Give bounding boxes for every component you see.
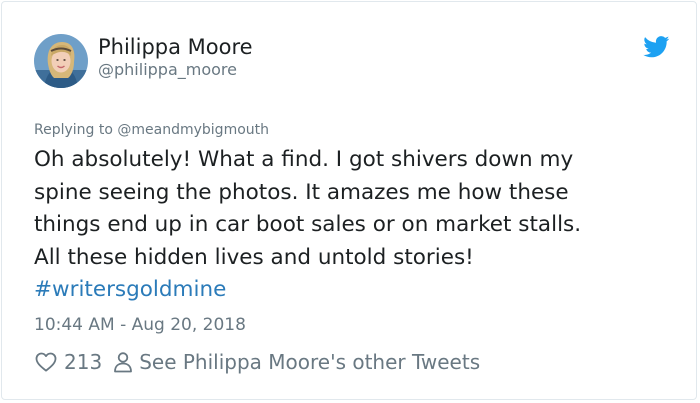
reply-prefix: Replying to [34, 122, 113, 138]
tweet-text-line: All these hidden lives and untold storie… [34, 244, 474, 270]
person-icon[interactable] [112, 350, 134, 374]
tweet-text: Oh absolutely! What a find. I got shiver… [34, 144, 679, 307]
hashtag-link[interactable]: #writersgoldmine [34, 274, 679, 307]
heart-icon[interactable] [34, 350, 58, 374]
author-name[interactable]: Philippa Moore [98, 34, 253, 60]
like-count: 213 [64, 350, 103, 374]
reply-context: Replying to @meandmybigmouth [34, 121, 269, 139]
avatar[interactable] [34, 34, 88, 88]
tweet-timestamp[interactable]: 10:44 AM - Aug 20, 2018 [34, 314, 246, 336]
tweet-text-line: Oh absolutely! What a find. I got shiver… [34, 147, 574, 172]
tweet-text-line: things end up in car boot sales or on ma… [34, 212, 582, 237]
reply-to-link[interactable]: @meandmybigmouth [117, 122, 269, 138]
other-tweets-link[interactable]: See Philippa Moore's other Tweets [139, 350, 480, 374]
tweet-card: Philippa Moore @philippa_moore Replying … [1, 1, 697, 400]
author-handle[interactable]: @philippa_moore [98, 60, 237, 80]
twitter-bird-icon[interactable] [643, 36, 670, 58]
tweet-actions: 213 See Philippa Moore's other Tweets [34, 348, 480, 376]
tweet-text-line: spine seeing the photos. It amazes me ho… [34, 179, 569, 205]
profile-photo [34, 34, 88, 88]
